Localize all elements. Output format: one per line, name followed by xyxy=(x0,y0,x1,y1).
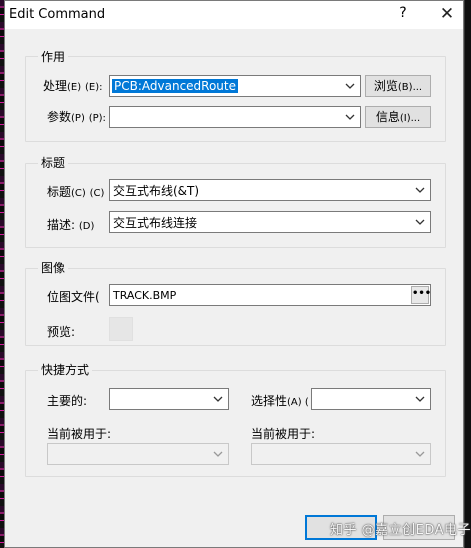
shortcut-group-title: 快捷方式 xyxy=(38,361,93,378)
caption-value: 交互式布线(&T) xyxy=(113,184,200,198)
chevron-down-icon xyxy=(415,396,425,402)
chevron-down-icon xyxy=(415,451,425,457)
caption-label: 标题(C) (C) xyxy=(47,185,105,199)
process-combo[interactable]: PCB:AdvancedRoute xyxy=(109,75,361,97)
description-label: 描述: (D) xyxy=(47,218,95,232)
alternative-shortcut-combo[interactable] xyxy=(311,388,431,410)
bitmap-value: TRACK.BMP xyxy=(113,289,177,302)
process-value: PCB:AdvancedRoute xyxy=(112,79,238,93)
watermark-text: 知乎 @嘉立创EDA电子 xyxy=(330,523,471,538)
caption-combo[interactable]: 交互式布线(&T) xyxy=(109,179,431,201)
preview-label: 预览: xyxy=(47,325,76,339)
close-icon[interactable]: ✕ xyxy=(437,3,457,25)
bitmap-label: 位图文件( xyxy=(47,290,100,304)
bitmap-browse-button[interactable]: ••• xyxy=(411,286,431,304)
image-group xyxy=(25,268,446,346)
info-button[interactable]: 信息(I)... xyxy=(365,106,431,128)
current-used-right-combo xyxy=(251,443,431,465)
description-combo[interactable]: 交互式布线连接 xyxy=(109,211,431,233)
bitmap-preview xyxy=(109,317,133,341)
chevron-down-icon xyxy=(415,187,425,193)
bitmap-field[interactable]: TRACK.BMP ••• xyxy=(109,284,431,306)
image-group-title: 图像 xyxy=(38,259,69,276)
params-combo[interactable] xyxy=(109,106,361,128)
chevron-down-icon xyxy=(213,451,223,457)
current-used-left-combo xyxy=(47,443,229,465)
current-used-left-label: 当前被用于: xyxy=(47,427,112,441)
alternative-shortcut-label: 选择性(A) ( xyxy=(251,394,309,408)
chevron-down-icon xyxy=(345,83,355,89)
current-used-right-label: 当前被用于: xyxy=(251,427,316,441)
edit-command-dialog: Edit Command ? ✕ 作用 处理(E) (E): PCB:Advan… xyxy=(4,0,471,548)
function-group-title: 作用 xyxy=(38,48,69,65)
background-pcb-strip-right xyxy=(464,0,471,548)
description-value: 交互式布线连接 xyxy=(113,216,198,230)
process-label: 处理(E) (E): xyxy=(43,79,103,93)
title-group xyxy=(25,163,446,248)
title-bar: Edit Command ? ✕ xyxy=(5,1,463,29)
help-icon[interactable]: ? xyxy=(396,5,410,21)
function-group xyxy=(25,56,446,142)
chevron-down-icon xyxy=(415,219,425,225)
chevron-down-icon xyxy=(345,114,355,120)
title-group-title: 标题 xyxy=(38,154,69,171)
primary-shortcut-combo[interactable] xyxy=(109,388,229,410)
primary-shortcut-label: 主要的: xyxy=(47,394,88,408)
window-title: Edit Command xyxy=(9,7,106,22)
browse-button[interactable]: 浏览(B)... xyxy=(365,75,431,97)
params-label: 参数(P) (P): xyxy=(47,110,106,124)
chevron-down-icon xyxy=(213,396,223,402)
